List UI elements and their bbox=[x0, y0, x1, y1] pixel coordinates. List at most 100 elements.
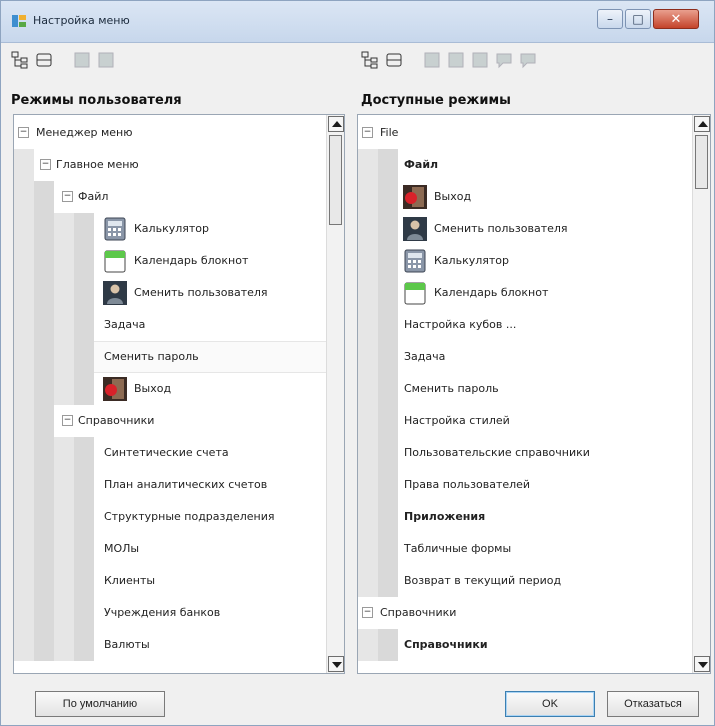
tree-node[interactable]: МОЛы bbox=[14, 533, 344, 565]
right-toolbar bbox=[361, 47, 537, 73]
title-bar[interactable]: Настройка меню – □ ✕ bbox=[1, 1, 714, 43]
tree-node[interactable]: − Справочники bbox=[14, 405, 344, 437]
tree-node[interactable]: − Справочники bbox=[358, 597, 710, 629]
tree-node[interactable]: Сменить пользователя bbox=[14, 277, 344, 309]
tree-indent bbox=[14, 565, 34, 597]
tree-node-label: Сменить пользователя bbox=[134, 286, 268, 299]
settings-menu-window: Настройка меню – □ ✕ Режимы пользователя bbox=[0, 0, 715, 726]
close-button[interactable]: ✕ bbox=[653, 9, 699, 29]
tree-node[interactable]: Календарь блокнот bbox=[358, 277, 710, 309]
user-modes-tree[interactable]: − Менеджер меню − Главное меню − Файл Ка… bbox=[13, 114, 345, 674]
tree-node-label: МОЛы bbox=[104, 542, 140, 555]
tree-indent bbox=[34, 437, 54, 469]
tree-node[interactable]: − File bbox=[358, 117, 710, 149]
collapse-toggle[interactable]: − bbox=[62, 191, 73, 202]
vertical-scrollbar[interactable] bbox=[326, 115, 344, 673]
tree-node[interactable]: Синтетические счета bbox=[14, 437, 344, 469]
tree-collapse-icon[interactable] bbox=[385, 51, 403, 69]
tree-node[interactable]: Калькулятор bbox=[358, 245, 710, 277]
tree-node[interactable]: Календарь блокнот bbox=[14, 245, 344, 277]
comment-add-icon[interactable] bbox=[519, 51, 537, 69]
maximize-button[interactable]: □ bbox=[625, 9, 651, 29]
default-button[interactable]: По умолчанию bbox=[35, 691, 165, 717]
tree-node[interactable]: − Главное меню bbox=[14, 149, 344, 181]
tree-node[interactable]: Выход bbox=[14, 373, 344, 405]
add-item-icon[interactable] bbox=[423, 51, 441, 69]
vertical-scrollbar[interactable] bbox=[692, 115, 710, 673]
remove-item-icon[interactable] bbox=[97, 51, 115, 69]
tree-indent bbox=[14, 405, 34, 437]
tree-indent bbox=[14, 181, 34, 213]
tree-node[interactable]: Задача bbox=[14, 309, 344, 341]
minimize-button[interactable]: – bbox=[597, 9, 623, 29]
tree-collapse-icon[interactable] bbox=[35, 51, 53, 69]
tree-node[interactable]: План аналитических счетов bbox=[14, 469, 344, 501]
collapse-toggle[interactable]: − bbox=[362, 127, 373, 138]
tree-node-label: Файл bbox=[78, 190, 109, 203]
tree-indent bbox=[54, 373, 74, 405]
collapse-toggle[interactable]: − bbox=[62, 415, 73, 426]
tree-node-label: Возврат в текущий период bbox=[404, 574, 562, 587]
tree-node[interactable]: Валюты bbox=[14, 629, 344, 661]
tree-indent bbox=[358, 149, 378, 181]
tree-node[interactable]: − Менеджер меню bbox=[14, 117, 344, 149]
tree-indent bbox=[378, 181, 398, 213]
scroll-down-button[interactable] bbox=[694, 656, 710, 672]
calculator-icon bbox=[104, 217, 126, 241]
tree-node[interactable]: Задача bbox=[358, 341, 710, 373]
tree-indent bbox=[358, 533, 378, 565]
tree-node[interactable]: Структурные подразделения bbox=[14, 501, 344, 533]
tree-indent bbox=[74, 533, 94, 565]
remove-item-icon[interactable] bbox=[447, 51, 465, 69]
left-toolbar bbox=[11, 47, 115, 73]
tree-node[interactable]: Сменить пользователя bbox=[358, 213, 710, 245]
tree-node[interactable]: Настройка кубов ... bbox=[358, 309, 710, 341]
tree-node[interactable]: Табличные формы bbox=[358, 533, 710, 565]
tree-node[interactable]: Справочники bbox=[358, 629, 710, 661]
user-modes-title: Режимы пользователя bbox=[11, 93, 182, 108]
tree-node-label: Выход bbox=[134, 382, 172, 395]
tree-node-label: Справочники bbox=[404, 638, 488, 651]
window-title: Настройка меню bbox=[33, 14, 130, 27]
tree-node[interactable]: Калькулятор bbox=[14, 213, 344, 245]
ok-button[interactable]: OK bbox=[505, 691, 595, 717]
tree-node[interactable]: − Файл bbox=[14, 181, 344, 213]
tree-node-label: Настройка кубов ... bbox=[404, 318, 517, 331]
collapse-toggle[interactable]: − bbox=[40, 159, 51, 170]
tree-node-label: Календарь блокнот bbox=[434, 286, 549, 299]
tree-node-label: Календарь блокнот bbox=[134, 254, 249, 267]
tree-node[interactable]: Учреждения банков bbox=[14, 597, 344, 629]
scroll-up-button[interactable] bbox=[694, 116, 710, 132]
tree-indent bbox=[34, 469, 54, 501]
edit-item-icon[interactable] bbox=[471, 51, 489, 69]
tree-node-label: Синтетические счета bbox=[104, 446, 229, 459]
tree-node[interactable]: Права пользователей bbox=[358, 469, 710, 501]
scroll-down-button[interactable] bbox=[328, 656, 344, 672]
tree-node[interactable]: Клиенты bbox=[14, 565, 344, 597]
collapse-toggle[interactable]: − bbox=[362, 607, 373, 618]
tree-node[interactable]: Сменить пароль bbox=[14, 341, 344, 373]
tree-node[interactable]: Приложения bbox=[358, 501, 710, 533]
add-item-icon[interactable] bbox=[73, 51, 91, 69]
available-modes-tree[interactable]: − File Файл Выход Сменить пользователя К… bbox=[357, 114, 711, 674]
tree-indent bbox=[378, 533, 398, 565]
tree-indent bbox=[378, 437, 398, 469]
collapse-toggle[interactable]: − bbox=[18, 127, 29, 138]
cancel-button[interactable]: Отказаться bbox=[607, 691, 699, 717]
scroll-thumb[interactable] bbox=[695, 135, 708, 189]
tree-node[interactable]: Сменить пароль bbox=[358, 373, 710, 405]
comment-icon[interactable] bbox=[495, 51, 513, 69]
tree-indent bbox=[74, 565, 94, 597]
tree-expand-icon[interactable] bbox=[361, 51, 379, 69]
scroll-up-button[interactable] bbox=[328, 116, 344, 132]
scroll-thumb[interactable] bbox=[329, 135, 342, 225]
arrow-down-icon bbox=[332, 662, 342, 668]
tree-node[interactable]: Возврат в текущий период bbox=[358, 565, 710, 597]
exit-icon bbox=[103, 377, 127, 401]
tree-node[interactable]: Пользовательские справочники bbox=[358, 437, 710, 469]
tree-node[interactable]: Выход bbox=[358, 181, 710, 213]
tree-node[interactable]: Файл bbox=[358, 149, 710, 181]
tree-indent bbox=[14, 277, 34, 309]
tree-expand-icon[interactable] bbox=[11, 51, 29, 69]
tree-node[interactable]: Настройка стилей bbox=[358, 405, 710, 437]
